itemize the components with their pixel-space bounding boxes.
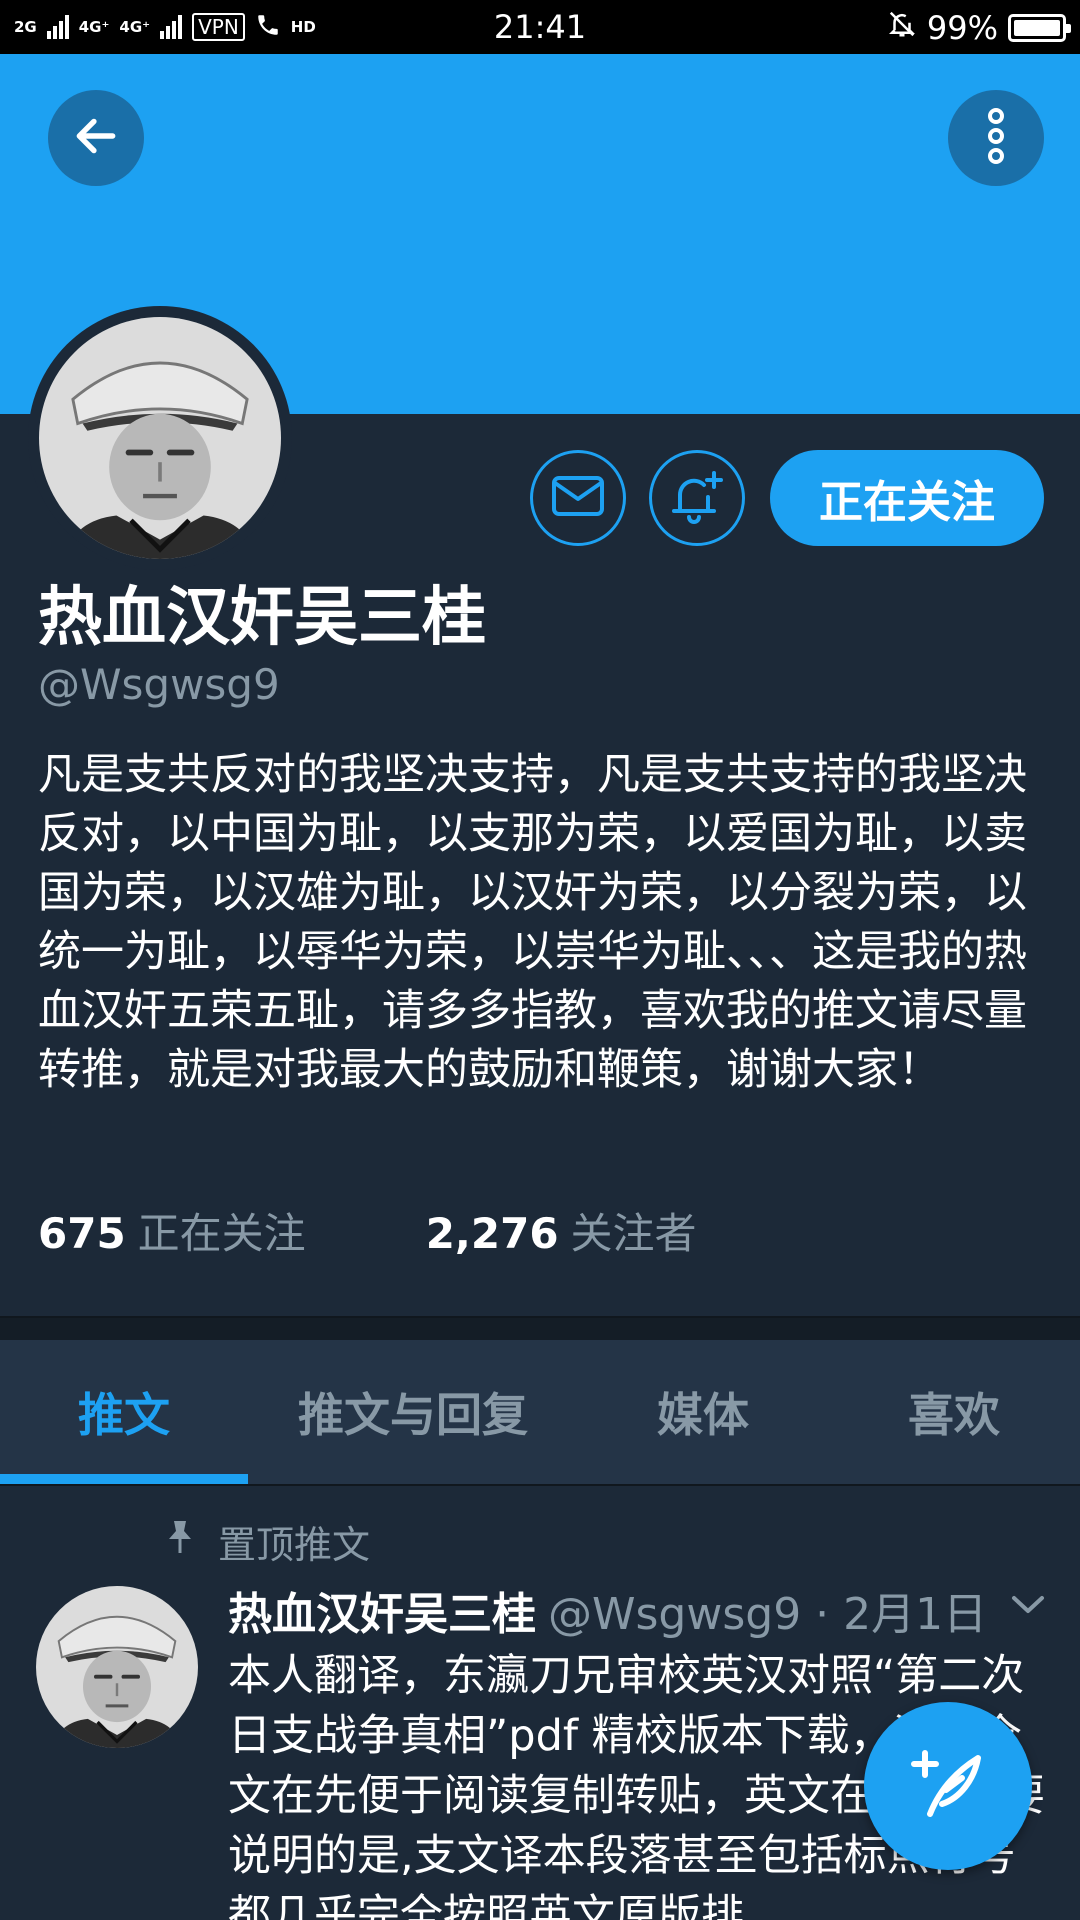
- followers-label: 关注者: [570, 1209, 697, 1258]
- back-button[interactable]: [48, 90, 144, 186]
- arrow-left-icon: [71, 111, 121, 165]
- profile-handle: @Wsgwsg9: [38, 660, 280, 709]
- tab-likes[interactable]: 喜欢: [828, 1340, 1080, 1484]
- tab-tweets-replies[interactable]: 推文与回复: [248, 1340, 578, 1484]
- battery-fill: [1014, 20, 1060, 36]
- display-name: 热血汉奸吴三桂: [38, 581, 486, 655]
- following-label: 正在关注: [137, 1209, 306, 1258]
- profile-tabs: 推文 推文与回复 媒体 喜欢: [0, 1340, 1080, 1484]
- profile-bio: 凡是支共反对的我坚决支持，凡是支共支持的我坚决反对，以中国为耻，以支那为荣，以爱…: [38, 750, 1027, 1095]
- pinned-tweet-label: 置顶推文: [218, 1523, 371, 1567]
- status-bar: 2G 4G⁺ 4G⁺ VPN HD 21:41 99%: [0, 0, 1080, 54]
- tab-tweets[interactable]: 推文: [0, 1340, 248, 1484]
- avatar-photo: [39, 317, 281, 559]
- profile-stats: 675 正在关注 2,276 关注者: [38, 1200, 697, 1261]
- chevron-down-icon: [1008, 1596, 1048, 1622]
- following-button[interactable]: 正在关注: [770, 450, 1044, 546]
- tweet-handle-date: @Wsgwsg9 · 2月1日: [548, 1589, 988, 1640]
- bell-plus-icon: [668, 467, 726, 529]
- following-stat[interactable]: 675 正在关注: [38, 1200, 306, 1261]
- battery-icon: [1008, 14, 1071, 42]
- following-count: 675: [38, 1209, 126, 1258]
- tweet-menu-button[interactable]: [1008, 1590, 1048, 1622]
- tweet-header: 热血汉奸吴三桂 @Wsgwsg9 · 2月1日: [228, 1578, 987, 1642]
- pin-icon: [166, 1519, 194, 1564]
- battery-percent: 99%: [926, 9, 998, 47]
- followers-count: 2,276: [425, 1209, 559, 1258]
- tabs-border: [0, 1484, 1080, 1486]
- tweet-author-name[interactable]: 热血汉奸吴三桂: [228, 1578, 536, 1642]
- tab-media[interactable]: 媒体: [578, 1340, 828, 1484]
- tweet-author-avatar[interactable]: [36, 1586, 198, 1748]
- status-right: 99%: [887, 8, 1071, 48]
- bell-off-icon: [887, 8, 917, 48]
- mail-icon: [551, 475, 605, 521]
- active-tab-indicator: [0, 1474, 248, 1484]
- message-button[interactable]: [530, 450, 626, 546]
- compose-tweet-button[interactable]: [864, 1702, 1032, 1870]
- more-vertical-icon: [981, 104, 1011, 172]
- compose-feather-icon: [908, 1744, 988, 1828]
- pinned-tweet-label-row: 置顶推文: [166, 1514, 370, 1569]
- notifications-button[interactable]: [649, 450, 745, 546]
- followers-stat[interactable]: 2,276 关注者: [426, 1200, 697, 1261]
- section-divider: [0, 1316, 1080, 1340]
- profile-avatar[interactable]: [28, 306, 292, 570]
- more-options-button[interactable]: [948, 90, 1044, 186]
